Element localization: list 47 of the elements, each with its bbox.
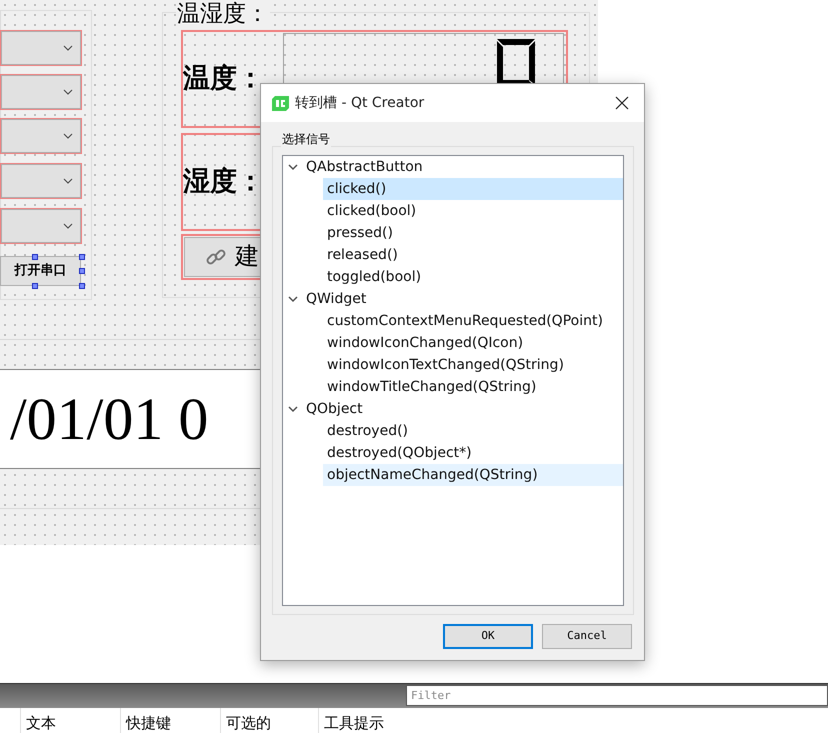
combo-box[interactable]: [0, 163, 82, 199]
column-header[interactable]: 工具提示: [318, 708, 418, 733]
combo-box[interactable]: [0, 30, 82, 66]
combo-box[interactable]: [0, 208, 82, 244]
datetime-display: /01/01 0: [0, 369, 260, 469]
signal-item[interactable]: clicked(): [323, 178, 623, 200]
tree-group[interactable]: QObject: [283, 398, 623, 420]
signal-item[interactable]: windowIconChanged(QIcon): [323, 332, 623, 354]
signal-item[interactable]: pressed(): [323, 222, 623, 244]
column-header[interactable]: 可选的: [220, 708, 320, 733]
signal-item[interactable]: windowIconTextChanged(QString): [323, 354, 623, 376]
resize-handle[interactable]: [79, 283, 85, 289]
resize-handle[interactable]: [79, 254, 85, 260]
chevron-down-icon: [63, 178, 73, 184]
dialog-button[interactable]: OK: [443, 624, 533, 649]
chevron-down-icon: [63, 133, 73, 139]
dialog-title: 转到槽 - Qt Creator: [295, 94, 424, 112]
temperature-label: 温度：: [183, 62, 264, 95]
signal-item[interactable]: clicked(bool): [323, 200, 623, 222]
tree-group[interactable]: QAbstractButton: [283, 156, 623, 178]
signal-item[interactable]: destroyed(QObject*): [323, 442, 623, 464]
dialog-button[interactable]: Cancel: [542, 624, 632, 649]
signal-item[interactable]: destroyed(): [323, 420, 623, 442]
resize-handle[interactable]: [32, 283, 38, 289]
group-label: 选择信号: [281, 130, 331, 148]
chevron-down-icon: [63, 223, 73, 229]
tree-group[interactable]: QWidget: [283, 288, 623, 310]
signal-item[interactable]: released(): [323, 244, 623, 266]
resize-handle[interactable]: [79, 268, 85, 274]
signal-item[interactable]: toggled(bool): [323, 266, 623, 288]
lcd-digit-drawing: [496, 38, 536, 86]
column-header[interactable]: 文本: [20, 708, 120, 733]
humidity-label: 湿度：: [183, 165, 264, 198]
resize-handle[interactable]: [32, 254, 38, 260]
signal-item[interactable]: objectNameChanged(QString): [323, 464, 623, 486]
signal-item[interactable]: customContextMenuRequested(QPoint): [323, 310, 623, 332]
open-port-button[interactable]: 打开串口: [0, 256, 81, 286]
filter-field[interactable]: Filter: [406, 685, 828, 706]
column-header[interactable]: 快捷键: [120, 708, 220, 733]
combo-box[interactable]: [0, 118, 82, 154]
signal-item[interactable]: windowTitleChanged(QString): [323, 376, 623, 398]
combo-box[interactable]: [0, 74, 82, 110]
group-title: 温湿度：: [176, 0, 270, 28]
chevron-down-icon: [63, 89, 73, 95]
close-icon: [615, 96, 629, 110]
app-logo-icon: [272, 96, 289, 110]
chevron-down-icon: [63, 45, 73, 51]
